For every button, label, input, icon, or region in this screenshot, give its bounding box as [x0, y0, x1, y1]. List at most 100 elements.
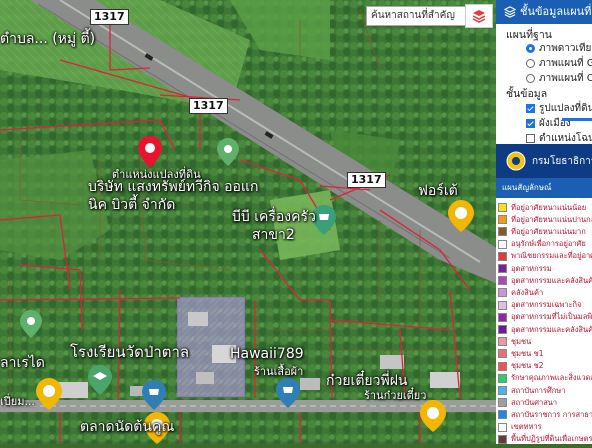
legend-swatch: [498, 312, 507, 322]
department-logo-icon: [506, 151, 526, 171]
legend-swatch: [498, 215, 507, 225]
legend-swatch: [498, 251, 507, 261]
layer-label: รูปแปลงที่ดิน: [539, 103, 592, 114]
basemap-label: ภาพดาวเทียม: [539, 43, 592, 54]
radio-icon: [526, 74, 535, 83]
legend-label: ที่อยู่อาศัยหนาแน่นมาก: [511, 226, 586, 236]
place-label: ตำบล... (หมู่ ตี้): [0, 31, 96, 47]
food-pin-icon[interactable]: [448, 200, 474, 236]
road-shield-1317: 1317: [90, 9, 129, 25]
legend-label: อุตสาหกรรมและคลังสินค้า: [511, 275, 592, 285]
basemap-option-osm[interactable]: ภาพแผนที่ OSM: [526, 71, 592, 86]
legend-item: สถาบันศาสนา: [496, 397, 557, 408]
road-shield-1317: 1317: [189, 98, 228, 114]
legend-swatch: [498, 239, 507, 249]
legend-label: สถาบันการศึกษา: [511, 385, 566, 395]
legend-label: อุตสาหกรรมเฉพาะกิจ: [511, 300, 582, 310]
legend-swatch: [498, 264, 507, 273]
legend-label: พื้นที่ปฏิรูปที่ดินเพื่อเกษตรกรรม: [511, 434, 592, 444]
layer-panel-header[interactable]: ชั้นข้อมูลแผนที่: [496, 0, 592, 24]
shop-pin-icon[interactable]: [276, 378, 300, 412]
legend-item: ที่อยู่อาศัยหนาแน่นปานกลาง: [496, 214, 592, 225]
legend-label: รักษาคุณภาพและสิ่งแวดล้อม: [511, 373, 592, 383]
school-label: โรงเรียนวัดป่าตาล: [70, 343, 190, 361]
legend-item: เขตทหาร: [496, 422, 542, 433]
legend-swatch: [498, 434, 507, 444]
legend-label: ที่อยู่อาศัยหนาแน่นปานกลาง: [511, 214, 592, 224]
legend-item: คลังสินค้า: [496, 287, 543, 298]
legend-label: อุตสาหกรรมและคลังสินค้า: [511, 324, 592, 334]
legend-item: อุตสาหกรรม: [496, 263, 552, 274]
legend-label: ที่อยู่อาศัยหนาแน่นน้อย: [511, 202, 587, 212]
legend-item: อุตสาหกรรมและคลังสินค้า: [496, 324, 592, 335]
radio-icon: [526, 59, 535, 68]
road-shield-1317: 1317: [347, 172, 386, 188]
legend-swatch: [498, 373, 507, 383]
department-name: กรมโยธาธิการและผังเมือง: [532, 156, 592, 167]
layer-panel: แผนที่ฐาน ภาพดาวเทียม ภาพแผนที่ Google ภ…: [496, 24, 592, 144]
radio-selected-icon: [526, 44, 535, 53]
place-label: ลาเรได: [0, 355, 45, 371]
checkbox-icon: [526, 134, 535, 143]
legend-swatch: [498, 337, 507, 347]
checkbox-checked-icon: [526, 119, 535, 128]
shop-pin-icon[interactable]: [142, 380, 166, 414]
legend-item: ที่อยู่อาศัยหนาแน่นน้อย: [496, 202, 586, 213]
legend-item: รักษาคุณภาพและสิ่งแวดล้อม: [496, 373, 592, 384]
legend-item: ที่อยู่อาศัยหนาแน่นมาก: [496, 226, 586, 237]
place-label: ร้านเสื้อผ้า: [254, 365, 304, 378]
opacity-slider[interactable]: [562, 118, 592, 121]
place-pin-icon[interactable]: [217, 138, 239, 170]
legend-swatch: [498, 361, 507, 371]
school-pin-icon[interactable]: [88, 365, 112, 399]
basemap-label: ภาพแผนที่ OSM: [539, 73, 592, 84]
checkbox-checked-icon: [526, 104, 535, 113]
legend-label: สถาบันศาสนา: [511, 397, 558, 407]
legend-item: ชุมชน ช1: [496, 348, 544, 359]
place-label: ตลาดนัดต้นคูณ: [80, 419, 175, 435]
legend-swatch: [498, 386, 507, 395]
search-input[interactable]: ค้นหาสถานที่สำคัญ: [366, 6, 472, 26]
legend-label: อุตสาหกรรม: [511, 263, 552, 273]
legend-item: อุตสาหกรรมที่ไม่เป็นมลพิษ: [496, 312, 592, 323]
legend-swatch: [498, 300, 507, 310]
legend-swatch: [498, 325, 507, 334]
place-label: เปี่ยม...: [0, 395, 35, 408]
layers-toggle-button[interactable]: [465, 4, 493, 28]
place-label: ฟอร์เต้: [418, 183, 458, 199]
legend-label: คลังสินค้า: [511, 287, 544, 297]
legend-label: ชุมชน ช1: [511, 348, 544, 358]
layers-heading: ชั้นข้อมูล: [506, 88, 548, 100]
legend-swatch: [498, 398, 507, 408]
layer-toggle-parcel[interactable]: รูปแปลงที่ดิน: [526, 101, 592, 116]
place-label: ร้านก๋วยเตี๋ยว: [364, 389, 427, 402]
legend-swatch: [498, 422, 507, 432]
legend-label: อนุรักษ์เพื่อการอยู่อาศัย: [511, 239, 586, 249]
legend-swatch: [498, 410, 507, 420]
legend-item: พาณิชยกรรมและที่อยู่อาศัย: [496, 251, 592, 262]
place-label: Hawaii789: [230, 346, 304, 362]
legend-item: สถาบันราชการ การสาธารณูปโภค: [496, 409, 592, 420]
legend-swatch: [498, 276, 507, 286]
food-pin-icon[interactable]: [420, 400, 446, 436]
legend-label: ชุมชน ช2: [511, 361, 544, 371]
layer-panel-title: ชั้นข้อมูลแผนที่: [520, 5, 592, 18]
legend-label: สถาบันราชการ การสาธารณูปโภค: [511, 409, 592, 419]
department-banner: กรมโยธาธิการและผังเมือง: [496, 144, 592, 178]
legend-item: อนุรักษ์เพื่อการอยู่อาศัย: [496, 239, 586, 250]
legend-item: สถาบันการศึกษา: [496, 385, 565, 396]
legend-label: ชุมชน: [511, 336, 532, 346]
basemap-option-satellite[interactable]: ภาพดาวเทียม: [526, 41, 592, 56]
legend-label: อุตสาหกรรมที่ไม่เป็นมลพิษ: [511, 312, 592, 322]
place-pin-icon[interactable]: [20, 310, 42, 342]
layer-toggle-deed[interactable]: ตำแหน่งโฉนด: [526, 131, 592, 144]
place-label: สาขา2: [252, 227, 295, 243]
food-pin-icon[interactable]: [36, 378, 62, 414]
legend-swatch: [498, 227, 507, 237]
legend-panel: แผนสัญลักษณ์ ที่อยู่อาศัยหนาแน่นน้อย ที่อ…: [496, 178, 592, 444]
basemap-option-google[interactable]: ภาพแผนที่ Google: [526, 56, 592, 71]
legend-swatch: [498, 288, 507, 298]
basemap-label: ภาพแผนที่ Google: [539, 58, 592, 69]
legend-item: อุตสาหกรรมเฉพาะกิจ: [496, 300, 581, 311]
legend-label: พาณิชยกรรมและที่อยู่อาศัย: [511, 251, 592, 261]
